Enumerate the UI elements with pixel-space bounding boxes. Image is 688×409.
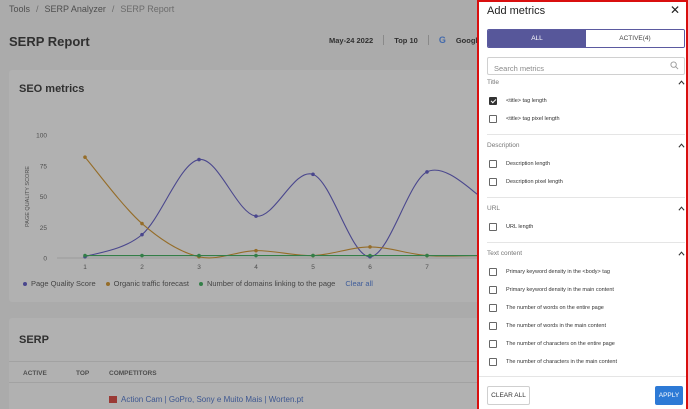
metric-item[interactable]: <title> tag length <box>487 92 685 110</box>
checkbox[interactable] <box>489 178 497 186</box>
checkbox[interactable] <box>489 160 497 168</box>
panel-title: Add metrics <box>487 5 546 17</box>
metric-item[interactable]: The number of characters in the main con… <box>487 353 685 371</box>
metrics-list: Title <title> tag length <title> tag pixel… <box>487 78 685 376</box>
search-icon <box>670 61 679 70</box>
metrics-tabs: ALL ACTIVE(4) <box>487 29 685 48</box>
checkbox[interactable] <box>489 286 497 294</box>
metric-item[interactable]: Description pixel length <box>487 173 685 191</box>
metric-label: <title> tag length <box>506 98 547 104</box>
metric-item[interactable]: The number of characters on the entire p… <box>487 335 685 353</box>
tab-all[interactable]: ALL <box>488 30 586 47</box>
section-description: Description Description length Description… <box>487 135 685 198</box>
section-header-url[interactable]: URL <box>487 198 685 218</box>
checkbox[interactable] <box>489 268 497 276</box>
chevron-up-icon <box>678 250 685 256</box>
search-box <box>487 57 685 77</box>
checkbox[interactable] <box>489 358 497 366</box>
metric-label: URL length <box>506 224 534 230</box>
metric-item[interactable]: Primary keyword density in the <body> ta… <box>487 263 685 281</box>
metric-label: Description length <box>506 161 551 167</box>
section-header-description[interactable]: Description <box>487 135 685 155</box>
metric-item[interactable]: Primary keyword density in the main cont… <box>487 281 685 299</box>
metric-label: Description pixel length <box>506 179 563 185</box>
close-icon[interactable]: ✕ <box>670 4 680 16</box>
panel-footer: CLEAR ALL APPLY <box>479 376 686 409</box>
section-header-title[interactable]: Title <box>487 78 685 92</box>
checkbox[interactable] <box>489 340 497 348</box>
tab-active[interactable]: ACTIVE(4) <box>586 30 684 47</box>
metric-label: The number of characters in the main con… <box>506 359 617 365</box>
chevron-up-icon <box>678 79 685 85</box>
section-title: URL <box>487 204 501 212</box>
metric-item[interactable]: URL length <box>487 218 685 236</box>
checkbox[interactable] <box>489 304 497 312</box>
section-header-text-content[interactable]: Text content <box>487 243 685 263</box>
section-title: Description <box>487 141 520 149</box>
checkbox[interactable] <box>489 97 497 105</box>
metric-item[interactable]: Description length <box>487 155 685 173</box>
metric-item[interactable]: The number of words in the main content <box>487 317 685 335</box>
metric-label: Primary keyword density in the main cont… <box>506 287 614 293</box>
metric-label: <title> tag pixel length <box>506 116 560 122</box>
chevron-up-icon <box>678 205 685 211</box>
metric-item[interactable]: The number of words on the entire page <box>487 299 685 317</box>
section-title: Title <box>487 78 500 86</box>
chevron-up-icon <box>678 142 685 148</box>
section-title: Text content <box>487 249 523 257</box>
section-url: URL URL length <box>487 198 685 243</box>
metric-item[interactable]: <title> tag pixel length <box>487 110 685 128</box>
apply-button[interactable]: APPLY <box>655 386 683 405</box>
search-input[interactable] <box>488 60 658 77</box>
metric-label: The number of words in the main content <box>506 323 606 329</box>
metric-label: Primary keyword density in the <body> ta… <box>506 269 610 275</box>
section-title: Title <title> tag length <title> tag pixel… <box>487 78 685 135</box>
checkbox[interactable] <box>489 223 497 231</box>
metric-label: The number of characters on the entire p… <box>506 341 615 347</box>
section-text-content: Text content Primary keyword density in t… <box>487 243 685 376</box>
metric-label: The number of words on the entire page <box>506 305 604 311</box>
checkbox[interactable] <box>489 322 497 330</box>
add-metrics-panel: Add metrics ✕ ALL ACTIVE(4) Title <title>… <box>477 0 688 409</box>
clear-all-button[interactable]: CLEAR ALL <box>487 386 530 405</box>
checkbox[interactable] <box>489 115 497 123</box>
